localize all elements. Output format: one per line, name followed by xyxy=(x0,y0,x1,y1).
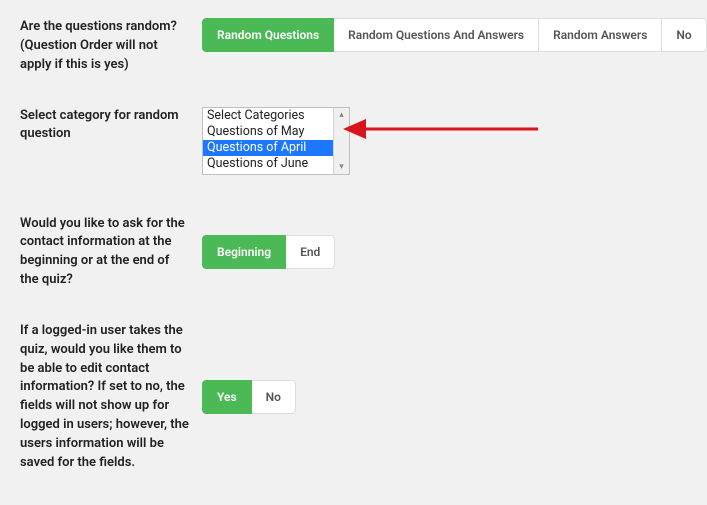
category-multiselect[interactable]: Select Categories Questions of May Quest… xyxy=(202,107,350,175)
opt-edit-yes[interactable]: Yes xyxy=(202,380,252,414)
row-select-category: Select category for random question Sele… xyxy=(20,107,687,175)
opt-random-questions[interactable]: Random Questions xyxy=(202,18,334,52)
label-edit-contact-info: If a logged-in user takes the quiz, woul… xyxy=(20,322,202,473)
row-contact-position: Would you like to ask for the contact in… xyxy=(20,215,687,290)
opt-random-qa[interactable]: Random Questions And Answers xyxy=(334,18,539,52)
opt-edit-no[interactable]: No xyxy=(252,380,296,414)
opt-select-categories[interactable]: Select Categories xyxy=(203,108,334,124)
category-options: Select Categories Questions of May Quest… xyxy=(203,108,334,174)
opt-beginning[interactable]: Beginning xyxy=(202,235,286,269)
contact-position-group: Beginning End xyxy=(202,235,335,269)
label-random-questions: Are the questions random? (Question Orde… xyxy=(20,18,202,75)
edit-contact-group: Yes No xyxy=(202,380,296,414)
scroll-down-icon[interactable]: ▾ xyxy=(334,160,349,174)
opt-end[interactable]: End xyxy=(286,235,335,269)
opt-questions-may[interactable]: Questions of May xyxy=(203,124,334,140)
opt-random-answers[interactable]: Random Answers xyxy=(539,18,662,52)
label-select-category: Select category for random question xyxy=(20,107,202,145)
random-questions-group: Random Questions Random Questions And An… xyxy=(202,18,707,52)
row-random-questions: Are the questions random? (Question Orde… xyxy=(20,18,687,75)
opt-random-no[interactable]: No xyxy=(662,18,706,52)
label-contact-position: Would you like to ask for the contact in… xyxy=(20,215,202,290)
opt-questions-june[interactable]: Questions of June xyxy=(203,156,334,172)
scroll-up-icon[interactable]: ▴ xyxy=(334,108,349,122)
multiselect-scrollbar[interactable]: ▴ ▾ xyxy=(333,108,349,174)
opt-questions-april[interactable]: Questions of April xyxy=(203,140,334,156)
row-edit-contact-info: If a logged-in user takes the quiz, woul… xyxy=(20,322,687,473)
quiz-settings-form: Are the questions random? (Question Orde… xyxy=(0,0,707,505)
